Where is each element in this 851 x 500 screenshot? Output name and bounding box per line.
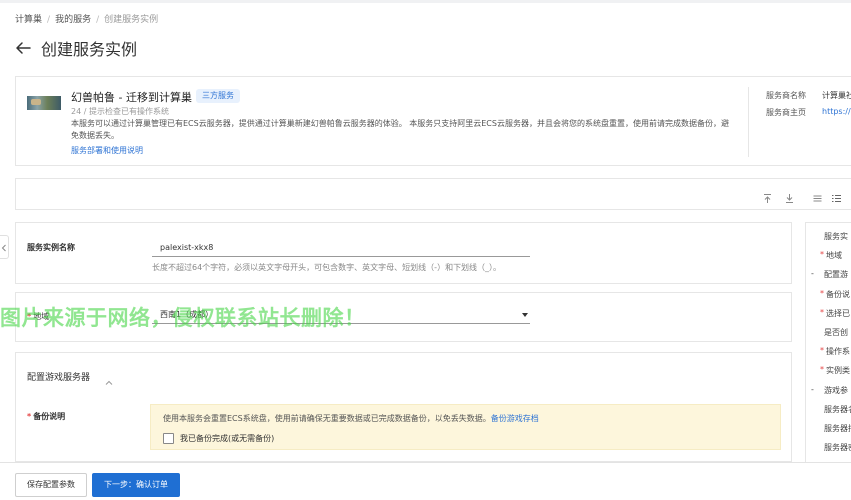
side-collapse-tab[interactable]	[0, 235, 9, 259]
page-title: 创建服务实例	[41, 40, 138, 59]
anchor-nav: 服务实*地域-配置游*备份说*选择已是否创*操作系*实例类-游戏参服务器名服务器…	[805, 222, 851, 467]
anchor-nav-item[interactable]: 实例类	[826, 365, 850, 376]
section-title: 配置游戏服务器	[27, 373, 91, 383]
top-divider	[0, 0, 851, 3]
required-marker: *	[27, 412, 32, 421]
anchor-nav-item[interactable]: 服务器名	[824, 404, 851, 415]
chevron-up-icon[interactable]	[105, 371, 113, 385]
card-divider	[748, 87, 749, 157]
instance-name-hint: 长度不超过64个字符，必须以英文字母开头，可包含数字、英文字母、短划线（-）和下…	[152, 263, 502, 272]
service-description: 本服务可以通过计算巢管理已有ECS云服务器，提供通过计算巢新建幻兽帕鲁云服务器的…	[71, 119, 729, 140]
backup-notice-text: 使用本服务会重置ECS系统盘，使用前请确保无重要数据或已完成数据备份，以免丢失数…	[163, 414, 491, 423]
provider-name-label: 服务商名称	[766, 91, 806, 100]
save-config-button[interactable]: 保存配置参数	[15, 473, 87, 497]
backup-confirm-row[interactable]: 我已备份完成(或无需备份)	[163, 432, 274, 444]
instance-name-label: 服务实例名称	[27, 243, 75, 252]
breadcrumb-item-my-services[interactable]: 我的服务	[55, 15, 91, 25]
service-thumbnail	[27, 96, 61, 110]
next-confirm-order-button[interactable]: 下一步：确认订单	[92, 473, 180, 497]
anchor-nav-item[interactable]: 选择已	[826, 308, 850, 319]
backup-confirm-label: 我已备份完成(或无需备份)	[180, 433, 275, 443]
caret-down-icon	[522, 313, 528, 317]
instance-name-input[interactable]	[152, 239, 530, 257]
game-server-panel: 配置游戏服务器 * 备份说明 使用本服务会重置ECS系统盘，使用前请确保无重要数据…	[15, 352, 792, 462]
breadcrumb-separator: /	[96, 15, 100, 25]
required-marker: *	[820, 288, 824, 298]
page-header: 创建服务实例	[14, 36, 137, 60]
provider-name-row: 服务商名称 计算巢社	[766, 90, 851, 101]
service-name: 幻兽帕鲁 - 迁移到计算巢	[71, 91, 192, 104]
service-guide-link[interactable]: 服务部署和使用说明	[71, 145, 143, 156]
anchor-nav-item[interactable]: 备份说	[826, 289, 850, 300]
provider-home-link[interactable]: https://c	[822, 107, 851, 116]
anchor-nav-item[interactable]: 配置游	[824, 269, 848, 280]
provider-name-value: 计算巢社	[822, 91, 851, 100]
backup-confirm-checkbox[interactable]	[163, 432, 174, 444]
anchor-nav-item[interactable]: 操作系	[826, 346, 850, 357]
service-type-tag: 三方服务	[196, 89, 240, 103]
anchor-nav-item[interactable]: 服务实	[824, 231, 848, 242]
required-marker: *	[820, 346, 824, 356]
backup-label-row: * 备份说明	[27, 411, 65, 422]
breadcrumb-separator: /	[47, 15, 51, 25]
anchor-nav-item[interactable]: 是否创	[824, 327, 848, 338]
backup-notice: 使用本服务会重置ECS系统盘，使用前请确保无重要数据或已完成数据备份，以免丢失数…	[163, 413, 539, 424]
move-top-icon[interactable]	[762, 189, 773, 203]
breadcrumb-item-compute-nest[interactable]: 计算巢	[15, 15, 42, 25]
backup-label: 备份说明	[33, 412, 66, 421]
required-marker: *	[820, 250, 824, 260]
nav-group-marker: -	[811, 384, 814, 394]
breadcrumb-item-current: 创建服务实例	[104, 15, 159, 25]
anchor-nav-item[interactable]: 地域	[826, 250, 842, 261]
required-marker: *	[820, 365, 824, 375]
footer-bar: 保存配置参数 下一步：确认订单	[0, 462, 851, 500]
compact-list-icon[interactable]	[812, 189, 823, 202]
move-bottom-icon[interactable]	[784, 189, 795, 203]
anchor-nav-item[interactable]: 游戏参	[824, 385, 848, 396]
nav-group-marker: -	[811, 269, 814, 279]
provider-home-row: 服务商主页 https://c	[766, 107, 851, 118]
chevron-left-icon	[1, 244, 6, 252]
backup-archive-link[interactable]: 备份游戏存档	[491, 414, 539, 423]
service-info-card: 幻兽帕鲁 - 迁移到计算巢 三方服务 24 / 提示检查已有操作系统 本服务可以…	[15, 76, 851, 166]
watermark-text: 图片来源于网络，侵权联系站长删除！	[0, 306, 366, 330]
instance-name-panel: 服务实例名称 长度不超过64个字符，必须以英文字母开头，可包含数字、英文字母、短…	[15, 222, 792, 284]
anchor-nav-item[interactable]: 服务器描	[824, 423, 851, 434]
anchor-nav-item[interactable]: 服务器密	[824, 442, 851, 453]
provider-home-label: 服务商主页	[766, 108, 806, 117]
required-marker: *	[820, 307, 824, 317]
back-arrow-icon[interactable]	[14, 39, 32, 57]
backup-notice-box: 使用本服务会重置ECS系统盘，使用前请确保无重要数据或已完成数据备份，以免丢失数…	[150, 404, 781, 450]
breadcrumb: 计算巢 / 我的服务 / 创建服务实例	[15, 12, 158, 25]
service-meta: 24 / 提示检查已有操作系统	[71, 107, 169, 116]
detail-list-icon[interactable]	[831, 189, 842, 202]
layout-toolbar	[15, 178, 851, 210]
